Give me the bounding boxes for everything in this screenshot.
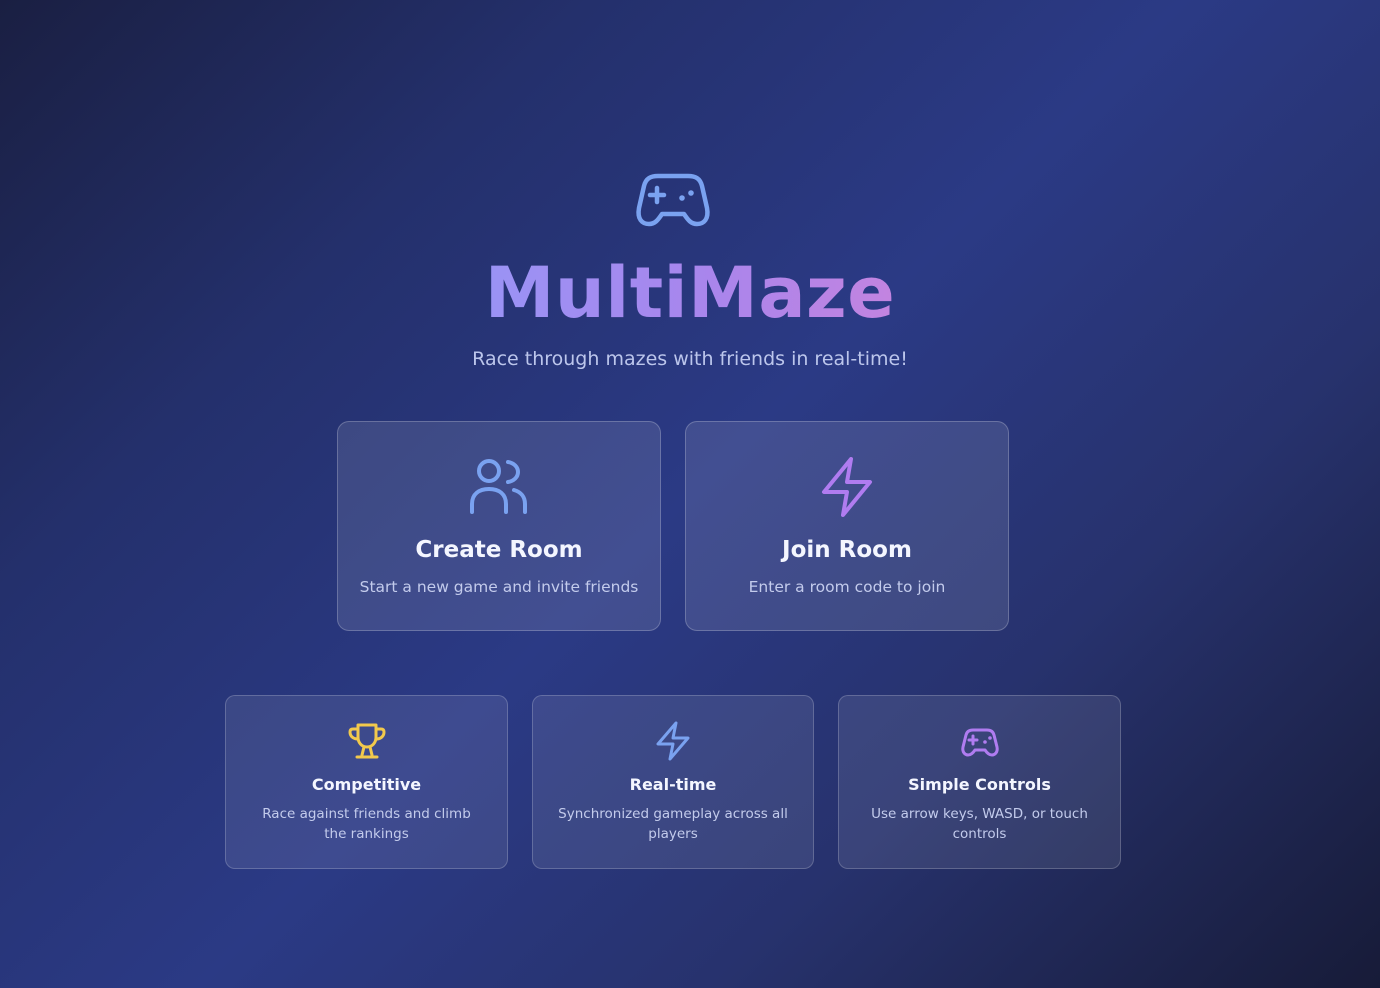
- join-room-title: Join Room: [782, 537, 912, 563]
- gamepad-icon: [636, 173, 710, 227]
- feature-competitive: Competitive Race against friends and cli…: [225, 695, 508, 869]
- join-room-description: Enter a room code to join: [748, 578, 946, 596]
- feature-description: Use arrow keys, WASD, or touch controls: [871, 806, 1088, 842]
- join-room-button[interactable]: Join Room Enter a room code to join: [685, 421, 1009, 631]
- users-icon: [470, 459, 527, 514]
- create-room-button[interactable]: Create Room Start a new game and invite …: [337, 421, 661, 631]
- app-title: MultiMaze: [484, 252, 896, 334]
- lightning-icon: [656, 721, 690, 761]
- create-room-title: Create Room: [415, 537, 583, 563]
- trophy-icon: [347, 723, 386, 759]
- feature-description: Synchronized gameplay across all players: [558, 806, 788, 842]
- feature-real-time: Real-time Synchronized gameplay across a…: [532, 695, 814, 869]
- feature-title: Competitive: [311, 775, 422, 794]
- gamepad-icon: [960, 728, 999, 757]
- feature-title: Simple Controls: [908, 775, 1051, 794]
- create-room-description: Start a new game and invite friends: [359, 578, 639, 596]
- feature-description: Race against friends and climb the ranki…: [262, 806, 471, 842]
- feature-simple-controls: Simple Controls Use arrow keys, WASD, or…: [838, 695, 1121, 869]
- app-subtitle: Race through mazes with friends in real-…: [472, 348, 908, 370]
- feature-title: Real-time: [629, 775, 717, 794]
- lightning-icon: [822, 457, 872, 517]
